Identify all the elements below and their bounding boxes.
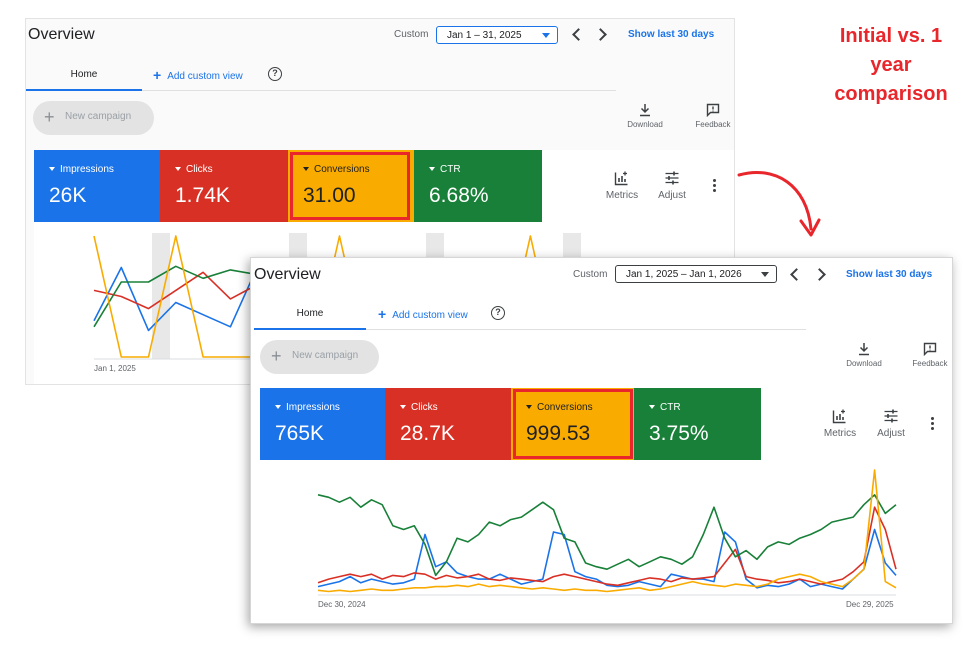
x-axis-end-label: Dec 29, 2025 [846,600,894,609]
download-icon [640,104,650,117]
date-range-picker[interactable]: Jan 1, 2025 – Jan 1, 2026 [615,265,777,283]
metrics-icon [832,409,846,424]
adjust-icon [665,171,679,185]
new-campaign-button[interactable]: + New campaign [33,101,154,135]
metrics-button[interactable]: Metrics [602,170,642,201]
date-range-text: Jan 1, 2025 – Jan 1, 2026 [626,269,742,280]
feedback-icon [706,103,720,117]
metrics-toolbar: Metrics Adjust [542,150,734,222]
metric-value: 6.68% [429,184,489,207]
more-options-icon[interactable] [931,417,935,432]
adjust-icon [884,409,898,423]
feedback-button[interactable]: Feedback [907,342,952,368]
overview-panel-one-year: Overview Custom Jan 1, 2025 – Jan 1, 202… [250,257,953,624]
adjust-button[interactable]: Adjust [869,408,913,439]
performance-chart: Dec 30, 2024 Dec 29, 2025 [260,460,952,623]
comparison-annotation: Initial vs. 1 year comparison [834,25,948,105]
metrics-button[interactable]: Metrics [818,408,862,439]
tab-home-underline [26,89,142,91]
help-icon[interactable]: ? [268,67,282,81]
tab-home[interactable]: Home [26,69,142,80]
chevron-left-icon[interactable] [572,28,585,41]
download-icon [859,343,869,356]
tab-home[interactable]: Home [254,308,366,319]
metric-card-impressions[interactable]: Impressions 26K [34,150,160,222]
highlight-box [290,152,410,220]
add-custom-view-link[interactable]: + Add custom view [153,67,243,83]
series-line-clicks [317,506,897,587]
metric-value: 3.75% [649,422,709,445]
plus-icon: + [44,107,55,127]
show-last-30-days-link[interactable]: Show last 30 days [846,269,932,280]
download-button[interactable]: Download [623,103,667,129]
metric-card-clicks[interactable]: Clicks 28.7K [385,388,511,460]
metric-label: Impressions [275,402,385,413]
metrics-icon [614,171,628,186]
page-title: Overview [28,26,95,43]
metric-label: Clicks [400,402,511,413]
tab-divider [142,90,616,91]
metric-value: 1.74K [175,184,230,207]
metric-card-impressions[interactable]: Impressions 765K [260,388,385,460]
feedback-button[interactable]: Feedback [691,103,734,129]
metric-value: 765K [275,422,325,445]
metric-label: CTR [429,164,542,175]
chevron-right-icon[interactable] [813,268,826,281]
metric-value: 28.7K [400,422,455,445]
adjust-button[interactable]: Adjust [652,170,692,201]
download-button[interactable]: Download [841,342,887,368]
custom-label: Custom [394,29,429,40]
chevron-right-icon[interactable] [594,28,607,41]
metric-card-ctr[interactable]: CTR 3.75% [634,388,761,460]
highlight-box [513,389,633,459]
metric-value: 26K [49,184,87,207]
page-title: Overview [254,266,321,283]
show-last-30-days-link[interactable]: Show last 30 days [628,29,714,40]
curved-arrow-icon [737,170,821,237]
metric-label: Impressions [49,164,160,175]
metric-card-ctr[interactable]: CTR 6.68% [414,150,542,222]
tab-home-underline [254,328,366,330]
chevron-left-icon[interactable] [790,268,803,281]
plus-icon: + [153,67,162,83]
plus-icon: + [271,346,282,366]
caret-down-icon [542,33,550,38]
metrics-toolbar: Metrics Adjust [761,388,952,460]
series-line-conversions [317,469,897,593]
plus-icon: + [378,306,387,322]
x-axis-start-label: Dec 30, 2024 [318,600,366,609]
custom-label: Custom [573,269,608,280]
series-line-ctr [317,493,897,577]
date-range-picker[interactable]: Jan 1 – 31, 2025 [436,26,558,44]
add-custom-view-link[interactable]: + Add custom view [378,306,468,322]
more-options-icon[interactable] [713,179,717,194]
date-range-text: Jan 1 – 31, 2025 [447,30,522,41]
new-campaign-button[interactable]: + New campaign [260,340,379,374]
metric-label: Clicks [175,164,288,175]
metric-card-clicks[interactable]: Clicks 1.74K [160,150,288,222]
caret-down-icon [761,272,769,277]
x-axis-start-label: Jan 1, 2025 [94,364,136,373]
tab-divider [366,329,806,330]
help-icon[interactable]: ? [491,306,505,320]
metric-label: CTR [649,402,761,413]
series-line-impressions [317,528,897,590]
feedback-icon [923,342,937,356]
